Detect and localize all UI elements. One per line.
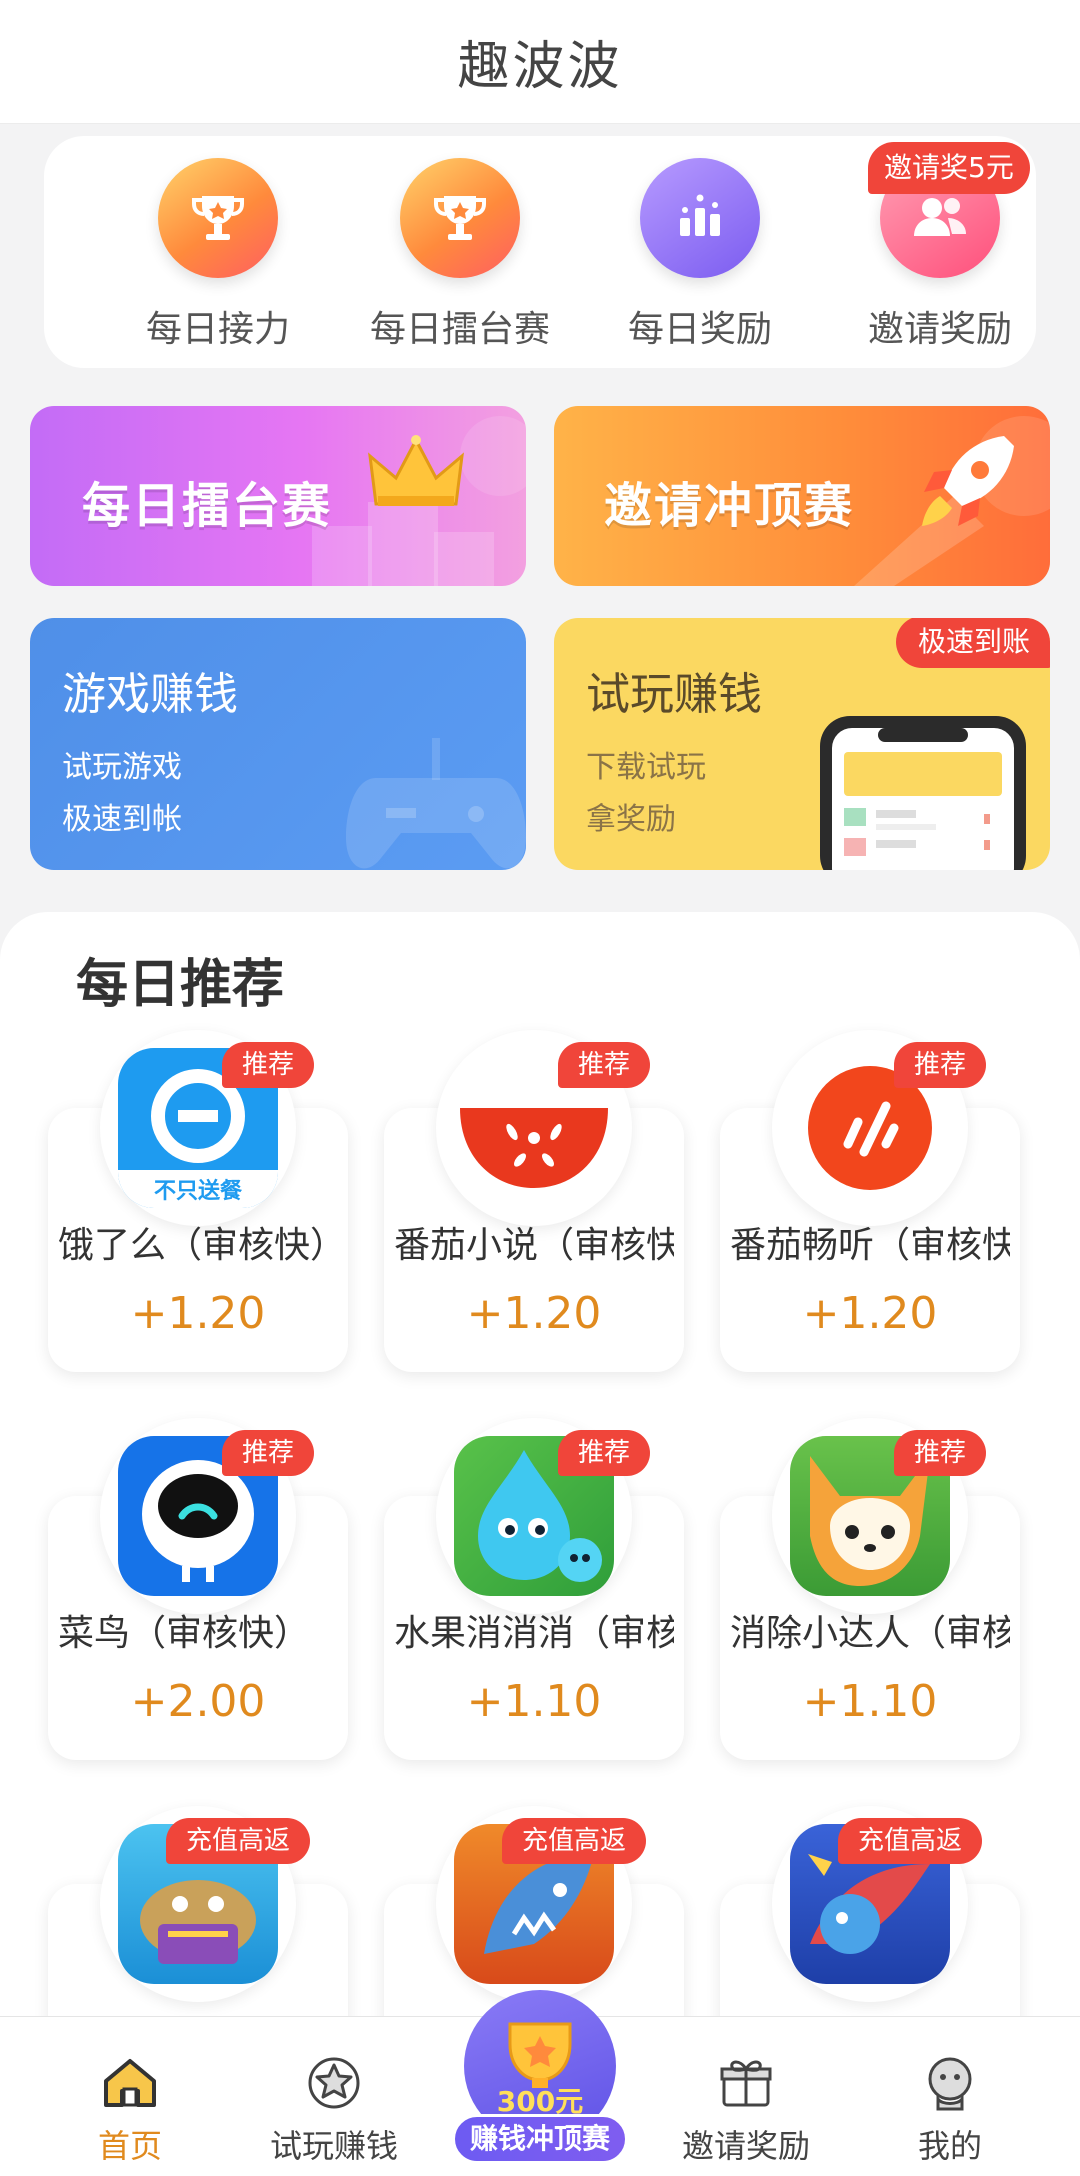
quick-item-label: 每日接力 xyxy=(145,309,290,350)
invite-badge: 邀请奖5元 xyxy=(868,142,1030,194)
task-subtitle: 下载试玩 xyxy=(586,750,706,785)
trophy-icon xyxy=(400,158,520,278)
game-earn-card[interactable]: 游戏赚钱 试玩游戏 极速到帐 xyxy=(30,618,526,870)
app-reward: +1.20 xyxy=(130,1288,266,1339)
daily-arena-banner[interactable]: 每日擂台赛 xyxy=(30,406,526,586)
home-icon xyxy=(104,2059,156,2107)
earn-contest-label: 赚钱冲顶赛 xyxy=(452,2114,628,2164)
banner-title: 邀请冲顶赛 xyxy=(604,478,855,534)
quick-item-daily-relay[interactable]: 每日接力 xyxy=(118,136,318,368)
quick-item-label: 每日擂台赛 xyxy=(369,309,550,350)
nav-label: 首页 xyxy=(97,2127,162,2165)
nav-label: 邀请奖励 xyxy=(681,2127,810,2165)
nav-label: 试玩赚钱 xyxy=(269,2127,398,2165)
trophy-icon xyxy=(158,158,278,278)
star-icon xyxy=(308,2057,360,2109)
profile-icon xyxy=(928,2057,972,2111)
app-tag: 推荐 xyxy=(558,1042,651,1088)
quick-item-daily-arena[interactable]: 每日擂台赛 xyxy=(360,136,560,368)
banner-title: 每日擂台赛 xyxy=(82,478,333,534)
quick-item-daily-reward[interactable]: 每日奖励 xyxy=(600,136,800,368)
task-title: 试玩赚钱 xyxy=(586,669,762,720)
gamepad-icon xyxy=(346,738,526,869)
task-subtitle: 试玩游戏 xyxy=(62,750,182,785)
task-title: 游戏赚钱 xyxy=(62,669,238,720)
svg-text:不只送餐: 不只送餐 xyxy=(154,1178,243,1204)
nav-trial-earn[interactable]: 试玩赚钱 xyxy=(234,2017,434,2176)
app-reward: +1.10 xyxy=(802,1676,938,1727)
task-subtitle: 极速到帐 xyxy=(62,802,182,837)
app-tag: 推荐 xyxy=(558,1430,651,1476)
top-bar: 趣波波 xyxy=(0,0,1080,124)
app-reward: +1.10 xyxy=(466,1676,602,1727)
phone-icon xyxy=(820,716,1026,870)
app-reward: +1.20 xyxy=(466,1288,602,1339)
app-tag: 推荐 xyxy=(894,1430,987,1476)
trial-earn-card[interactable]: 试玩赚钱 下载试玩 拿奖励 极速到账 xyxy=(554,618,1050,870)
app-tag: 充值高返 xyxy=(166,1818,311,1864)
app-tag: 充值高返 xyxy=(838,1818,983,1864)
app-tag: 充值高返 xyxy=(502,1818,647,1864)
quick-item-label: 邀请奖励 xyxy=(867,309,1012,350)
quick-item-label: 每日奖励 xyxy=(627,309,772,350)
rocket-icon xyxy=(922,436,1014,526)
invite-contest-banner[interactable]: 邀请冲顶赛 xyxy=(554,406,1050,586)
podium-icon xyxy=(640,158,760,278)
fast-payout-badge: 极速到账 xyxy=(895,618,1050,668)
app-reward: +2.00 xyxy=(130,1676,266,1727)
quick-entry-card: 每日接力 每日擂台赛 每日奖励 邀请奖励 邀请奖5元 xyxy=(44,136,1036,368)
app-tag: 推荐 xyxy=(222,1430,315,1476)
nav-mine[interactable]: 我的 xyxy=(850,2017,1050,2176)
app-reward: +1.20 xyxy=(802,1288,938,1339)
app-tag: 推荐 xyxy=(222,1042,315,1088)
app-tag: 推荐 xyxy=(894,1042,987,1088)
daily-recommend-panel: 每日推荐 饿了么（审核快） +1.20 不只送餐 推荐 番茄小说（审核快） +1… xyxy=(0,912,1080,2176)
gift-icon xyxy=(720,2060,772,2107)
nav-invite-reward[interactable]: 邀请奖励 xyxy=(646,2017,846,2176)
nav-label: 我的 xyxy=(917,2127,982,2165)
section-title: 每日推荐 xyxy=(76,955,285,1015)
task-subtitle: 拿奖励 xyxy=(586,802,676,837)
page-title: 趣波波 xyxy=(457,37,623,97)
crown-icon xyxy=(368,435,464,506)
earn-contest-button[interactable]: 300元 赚钱冲顶赛 xyxy=(452,1990,628,2164)
nav-home[interactable]: 首页 xyxy=(30,2017,230,2176)
